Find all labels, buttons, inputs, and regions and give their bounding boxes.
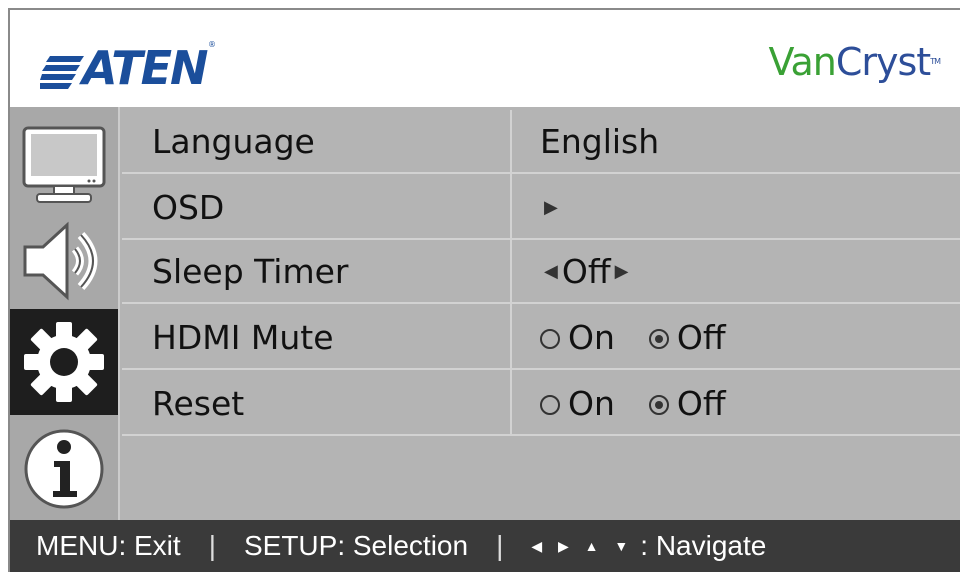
speaker-icon	[23, 221, 98, 301]
footer-separator: |	[208, 530, 216, 561]
vancryst-van-text: Van	[768, 40, 836, 84]
registered-mark: ®	[208, 40, 216, 49]
osd-sidebar	[10, 107, 120, 520]
hdmi-mute-label: HDMI Mute	[152, 317, 334, 357]
reset-off-label: Off	[676, 383, 726, 423]
radio-unselected-icon	[540, 329, 560, 349]
setup-selection-hint: SETUP: Selection	[243, 530, 469, 561]
trademark-mark: TM	[930, 57, 941, 66]
radio-selected-icon	[648, 329, 669, 349]
vancryst-cryst-text: Cryst	[835, 40, 931, 84]
settings-menu: Language English OSD ▶ Sleep Timer ◀ Off…	[122, 110, 960, 520]
reset-off-option[interactable]: Off	[648, 383, 726, 423]
aten-logo: ATEN ®	[40, 38, 220, 94]
hdmi-mute-off-label: Off	[676, 317, 726, 357]
sidebar-item-information[interactable]	[10, 421, 118, 517]
arrow-right-icon[interactable]: ▶	[615, 261, 629, 282]
navigate-arrows-icon: ◀ ▶ ▲ ▼	[531, 537, 635, 554]
footer-separator: |	[496, 530, 504, 561]
aten-brand-text: ATEN	[82, 41, 208, 95]
reset-options: On Off	[540, 372, 760, 434]
submenu-arrow-icon: ▶	[544, 196, 558, 218]
menu-row-hdmi-mute[interactable]: HDMI Mute On Off	[122, 306, 960, 370]
menu-row-reset[interactable]: Reset On Off	[122, 372, 960, 436]
info-icon	[24, 429, 104, 509]
osd-header: ATEN ® VanCrystTM	[10, 10, 960, 107]
hdmi-mute-on-label: On	[568, 317, 615, 357]
sleep-timer-selector[interactable]: ◀ Off ▶	[540, 240, 632, 302]
language-value[interactable]: English	[540, 110, 659, 172]
hdmi-mute-off-option[interactable]: Off	[648, 317, 726, 357]
vancryst-logo: VanCrystTM	[768, 40, 941, 84]
osd-submenu-arrow[interactable]: ▶	[540, 176, 562, 238]
sidebar-item-display[interactable]	[10, 117, 118, 213]
radio-unselected-icon	[540, 395, 560, 415]
sleep-timer-label: Sleep Timer	[152, 251, 349, 291]
sidebar-item-setup[interactable]	[10, 309, 118, 415]
reset-on-label: On	[568, 383, 615, 423]
osd-label: OSD	[152, 187, 225, 227]
monitor-icon	[22, 126, 106, 203]
gear-icon	[24, 322, 104, 402]
sleep-timer-value: Off	[561, 251, 611, 291]
arrow-left-icon[interactable]: ◀	[544, 261, 558, 282]
navigate-hint: : Navigate	[640, 530, 767, 561]
menu-row-language[interactable]: Language English	[122, 110, 960, 174]
key-hint-bar: MENU: Exit | SETUP: Selection | ◀ ▶ ▲ ▼ …	[10, 520, 960, 572]
menu-exit-hint: MENU: Exit	[36, 530, 181, 561]
reset-label: Reset	[152, 383, 245, 423]
language-label: Language	[152, 121, 315, 161]
sidebar-item-audio[interactable]	[10, 213, 118, 309]
aten-logo-stripes-icon	[40, 56, 84, 89]
hdmi-mute-on-option[interactable]: On	[540, 318, 615, 357]
radio-selected-icon	[648, 395, 669, 415]
hdmi-mute-options: On Off	[540, 306, 760, 368]
menu-row-sleep-timer[interactable]: Sleep Timer ◀ Off ▶	[122, 240, 960, 304]
menu-row-osd[interactable]: OSD ▶	[122, 176, 960, 240]
reset-on-option[interactable]: On	[540, 384, 615, 423]
